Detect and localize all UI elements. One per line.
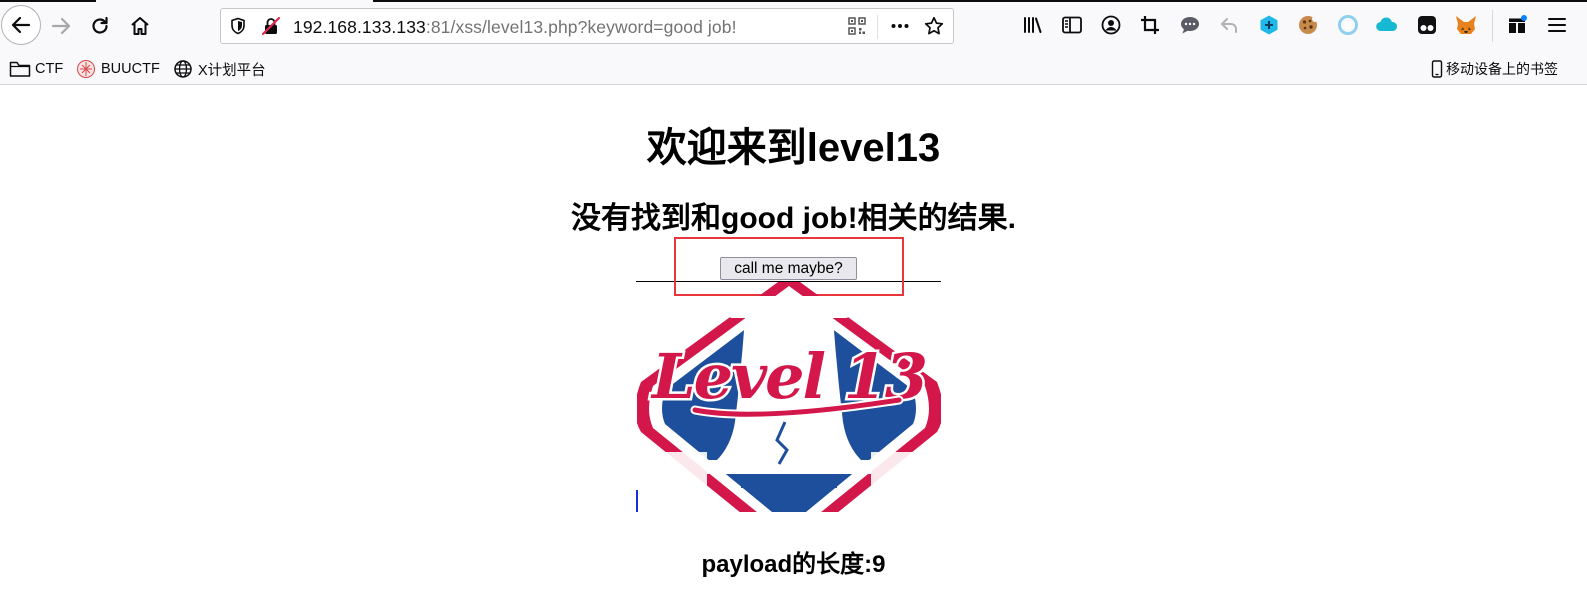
- browser-toolbar: 192.168.133.133:81/xss/level13.php?keywo…: [0, 0, 1587, 52]
- tab-strip-edge: [373, 0, 1587, 2]
- account-icon[interactable]: [1099, 13, 1123, 37]
- url-divider: [877, 15, 878, 39]
- back-button[interactable]: [1, 5, 41, 45]
- reload-icon: [92, 16, 108, 34]
- bookmark-buuctf[interactable]: BUUCTF: [75, 58, 160, 80]
- cookie-icon[interactable]: [1296, 13, 1320, 37]
- bookmark-star-icon[interactable]: [924, 16, 944, 36]
- bookmark-label: CTF: [35, 61, 64, 77]
- qr-code-icon[interactable]: [847, 16, 867, 36]
- screenshot-crop-icon[interactable]: [1138, 13, 1162, 37]
- bookmark-mobile[interactable]: 移动设备上的书签: [1430, 58, 1558, 80]
- home-button[interactable]: [124, 10, 156, 42]
- metamask-fox-icon[interactable]: [1454, 13, 1478, 37]
- cloud-icon[interactable]: [1375, 13, 1399, 37]
- folder-icon: [9, 59, 31, 79]
- url-path: :81/xss/level13.php?keyword=good job!: [425, 17, 737, 37]
- sidebar-icon[interactable]: [1060, 13, 1084, 37]
- reload-button[interactable]: [84, 10, 116, 42]
- more-icon[interactable]: [890, 16, 910, 36]
- shield-icon[interactable]: [228, 16, 248, 36]
- toolbar-divider: [1492, 10, 1493, 42]
- chat-icon[interactable]: [1178, 13, 1202, 37]
- bookmark-label: 移动设备上的书签: [1446, 61, 1558, 77]
- bookmark-label: X计划平台: [198, 62, 266, 79]
- url-host: 192.168.133.133: [293, 17, 426, 37]
- tab-strip-edge: [0, 0, 96, 2]
- circle-extension-icon[interactable]: [1336, 13, 1360, 37]
- forward-button[interactable]: [45, 10, 77, 42]
- back-icon: [11, 16, 31, 34]
- globe-icon: [172, 59, 194, 79]
- tampermonkey-icon[interactable]: [1415, 13, 1439, 37]
- page-content: 欢迎来到level13 没有找到和good job!相关的结果. call me…: [0, 86, 1587, 604]
- result-message: 没有找到和good job!相关的结果.: [571, 202, 1016, 235]
- forward-icon: [51, 17, 71, 35]
- bookmark-ctf[interactable]: CTF: [9, 58, 63, 80]
- url-text[interactable]: 192.168.133.133:81/xss/level13.php?keywo…: [293, 17, 737, 38]
- bookmark-label: BUUCTF: [101, 61, 160, 77]
- payload-length: payload的长度:9: [701, 551, 886, 578]
- bookmark-x-plan[interactable]: X计划平台: [172, 58, 266, 80]
- page-title: 欢迎来到level13: [646, 126, 941, 170]
- level13-logo: Level 13: [637, 282, 941, 512]
- buuctf-logo-icon: [75, 59, 97, 79]
- mobile-icon: [1430, 59, 1444, 79]
- text-cursor-marker: [636, 490, 638, 512]
- home-icon: [131, 17, 149, 35]
- menu-icon[interactable]: [1545, 13, 1569, 37]
- library-icon[interactable]: [1021, 13, 1045, 37]
- bookmarks-bar: CTF BUUCTF X计划平台 移动设备上的书签: [0, 52, 1587, 85]
- level13-logo-image: Level 13: [637, 282, 941, 512]
- extension-cube-icon[interactable]: [1257, 13, 1281, 37]
- extensions-icon[interactable]: [1505, 13, 1529, 37]
- insecure-lock-icon[interactable]: [261, 16, 281, 36]
- url-bar[interactable]: 192.168.133.133:81/xss/level13.php?keywo…: [220, 8, 954, 44]
- undo-icon[interactable]: [1217, 13, 1241, 37]
